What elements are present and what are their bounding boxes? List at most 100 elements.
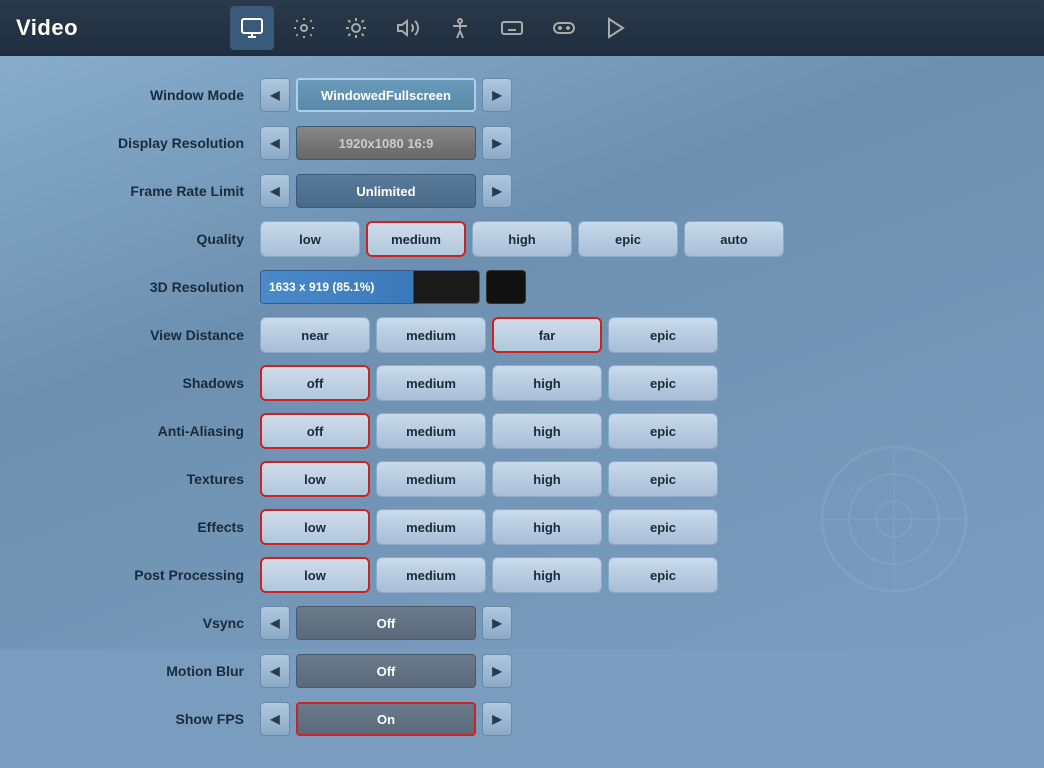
textures-medium[interactable]: medium [376,461,486,497]
nav-tab-monitor[interactable] [230,6,274,50]
nav-tab-brightness[interactable] [334,6,378,50]
resolution-3d-dark [486,270,526,304]
anti-aliasing-label: Anti-Aliasing [60,423,260,439]
effects-controls: low medium high epic [260,509,718,545]
anti-aliasing-high[interactable]: high [492,413,602,449]
nav-tab-media[interactable] [594,6,638,50]
anti-aliasing-controls: off medium high epic [260,413,718,449]
vsync-prev[interactable]: ◀ [260,606,290,640]
window-mode-next[interactable]: ▶ [482,78,512,112]
window-mode-row: Window Mode ◀ WindowedFullscreen ▶ [60,76,984,114]
quality-medium[interactable]: medium [366,221,466,257]
shadows-off[interactable]: off [260,365,370,401]
textures-row: Textures low medium high epic [60,460,984,498]
nav-tab-settings[interactable] [282,6,326,50]
frame-rate-label: Frame Rate Limit [60,183,260,199]
nav-icons [230,6,638,50]
effects-low[interactable]: low [260,509,370,545]
motion-blur-prev[interactable]: ◀ [260,654,290,688]
quality-high[interactable]: high [472,221,572,257]
view-distance-controls: near medium far epic [260,317,718,353]
post-processing-label: Post Processing [60,567,260,583]
post-processing-controls: low medium high epic [260,557,718,593]
vsync-value: Off [296,606,476,640]
textures-epic[interactable]: epic [608,461,718,497]
shadows-epic[interactable]: epic [608,365,718,401]
nav-tab-input[interactable] [490,6,534,50]
window-mode-prev[interactable]: ◀ [260,78,290,112]
show-fps-controls: ◀ On ▶ [260,702,512,736]
shadows-medium[interactable]: medium [376,365,486,401]
show-fps-row: Show FPS ◀ On ▶ [60,700,984,738]
effects-epic[interactable]: epic [608,509,718,545]
resolution-3d-label: 3D Resolution [60,279,260,295]
display-resolution-row: Display Resolution ◀ 1920x1080 16:9 ▶ [60,124,984,162]
quality-auto[interactable]: auto [684,221,784,257]
effects-medium[interactable]: medium [376,509,486,545]
post-processing-low[interactable]: low [260,557,370,593]
anti-aliasing-off[interactable]: off [260,413,370,449]
resolution-3d-value: 1633 x 919 (85.1%) [269,280,374,294]
vsync-label: Vsync [60,615,260,631]
nav-tab-audio[interactable] [386,6,430,50]
display-resolution-next[interactable]: ▶ [482,126,512,160]
view-distance-row: View Distance near medium far epic [60,316,984,354]
display-resolution-value: 1920x1080 16:9 [296,126,476,160]
frame-rate-row: Frame Rate Limit ◀ Unlimited ▶ [60,172,984,210]
quality-label: Quality [60,231,260,247]
vsync-row: Vsync ◀ Off ▶ [60,604,984,642]
effects-row: Effects low medium high epic [60,508,984,546]
quality-epic[interactable]: epic [578,221,678,257]
quality-controls: low medium high epic auto [260,221,784,257]
view-distance-epic[interactable]: epic [608,317,718,353]
window-mode-controls: ◀ WindowedFullscreen ▶ [260,78,512,112]
display-resolution-prev[interactable]: ◀ [260,126,290,160]
view-distance-far[interactable]: far [492,317,602,353]
vsync-controls: ◀ Off ▶ [260,606,512,640]
main-container: Video [0,0,1044,649]
frame-rate-prev[interactable]: ◀ [260,174,290,208]
view-distance-medium[interactable]: medium [376,317,486,353]
resolution-3d-bar[interactable]: 1633 x 919 (85.1%) [260,270,480,304]
display-resolution-label: Display Resolution [60,135,260,151]
motion-blur-next[interactable]: ▶ [482,654,512,688]
post-processing-medium[interactable]: medium [376,557,486,593]
motion-blur-controls: ◀ Off ▶ [260,654,512,688]
nav-tab-controller[interactable] [542,6,586,50]
shadows-label: Shadows [60,375,260,391]
shadows-controls: off medium high epic [260,365,718,401]
resolution-3d-controls: 1633 x 919 (85.1%) [260,270,526,304]
vsync-next[interactable]: ▶ [482,606,512,640]
post-processing-epic[interactable]: epic [608,557,718,593]
show-fps-label: Show FPS [60,711,260,727]
textures-low[interactable]: low [260,461,370,497]
nav-bar: Video [0,0,1044,56]
view-distance-label: View Distance [60,327,260,343]
post-processing-row: Post Processing low medium high epic [60,556,984,594]
window-mode-label: Window Mode [60,87,260,103]
anti-aliasing-row: Anti-Aliasing off medium high epic [60,412,984,450]
shadows-row: Shadows off medium high epic [60,364,984,402]
settings-content: Window Mode ◀ WindowedFullscreen ▶ Displ… [0,56,1044,768]
effects-high[interactable]: high [492,509,602,545]
display-resolution-controls: ◀ 1920x1080 16:9 ▶ [260,126,512,160]
quality-row: Quality low medium high epic auto [60,220,984,258]
resolution-3d-row: 3D Resolution 1633 x 919 (85.1%) [60,268,984,306]
nav-tab-accessibility[interactable] [438,6,482,50]
show-fps-prev[interactable]: ◀ [260,702,290,736]
post-processing-high[interactable]: high [492,557,602,593]
show-fps-next[interactable]: ▶ [482,702,512,736]
effects-label: Effects [60,519,260,535]
view-distance-near[interactable]: near [260,317,370,353]
shadows-high[interactable]: high [492,365,602,401]
anti-aliasing-medium[interactable]: medium [376,413,486,449]
frame-rate-next[interactable]: ▶ [482,174,512,208]
anti-aliasing-epic[interactable]: epic [608,413,718,449]
textures-label: Textures [60,471,260,487]
quality-low[interactable]: low [260,221,360,257]
motion-blur-label: Motion Blur [60,663,260,679]
motion-blur-value: Off [296,654,476,688]
textures-high[interactable]: high [492,461,602,497]
window-mode-value: WindowedFullscreen [296,78,476,112]
frame-rate-value: Unlimited [296,174,476,208]
